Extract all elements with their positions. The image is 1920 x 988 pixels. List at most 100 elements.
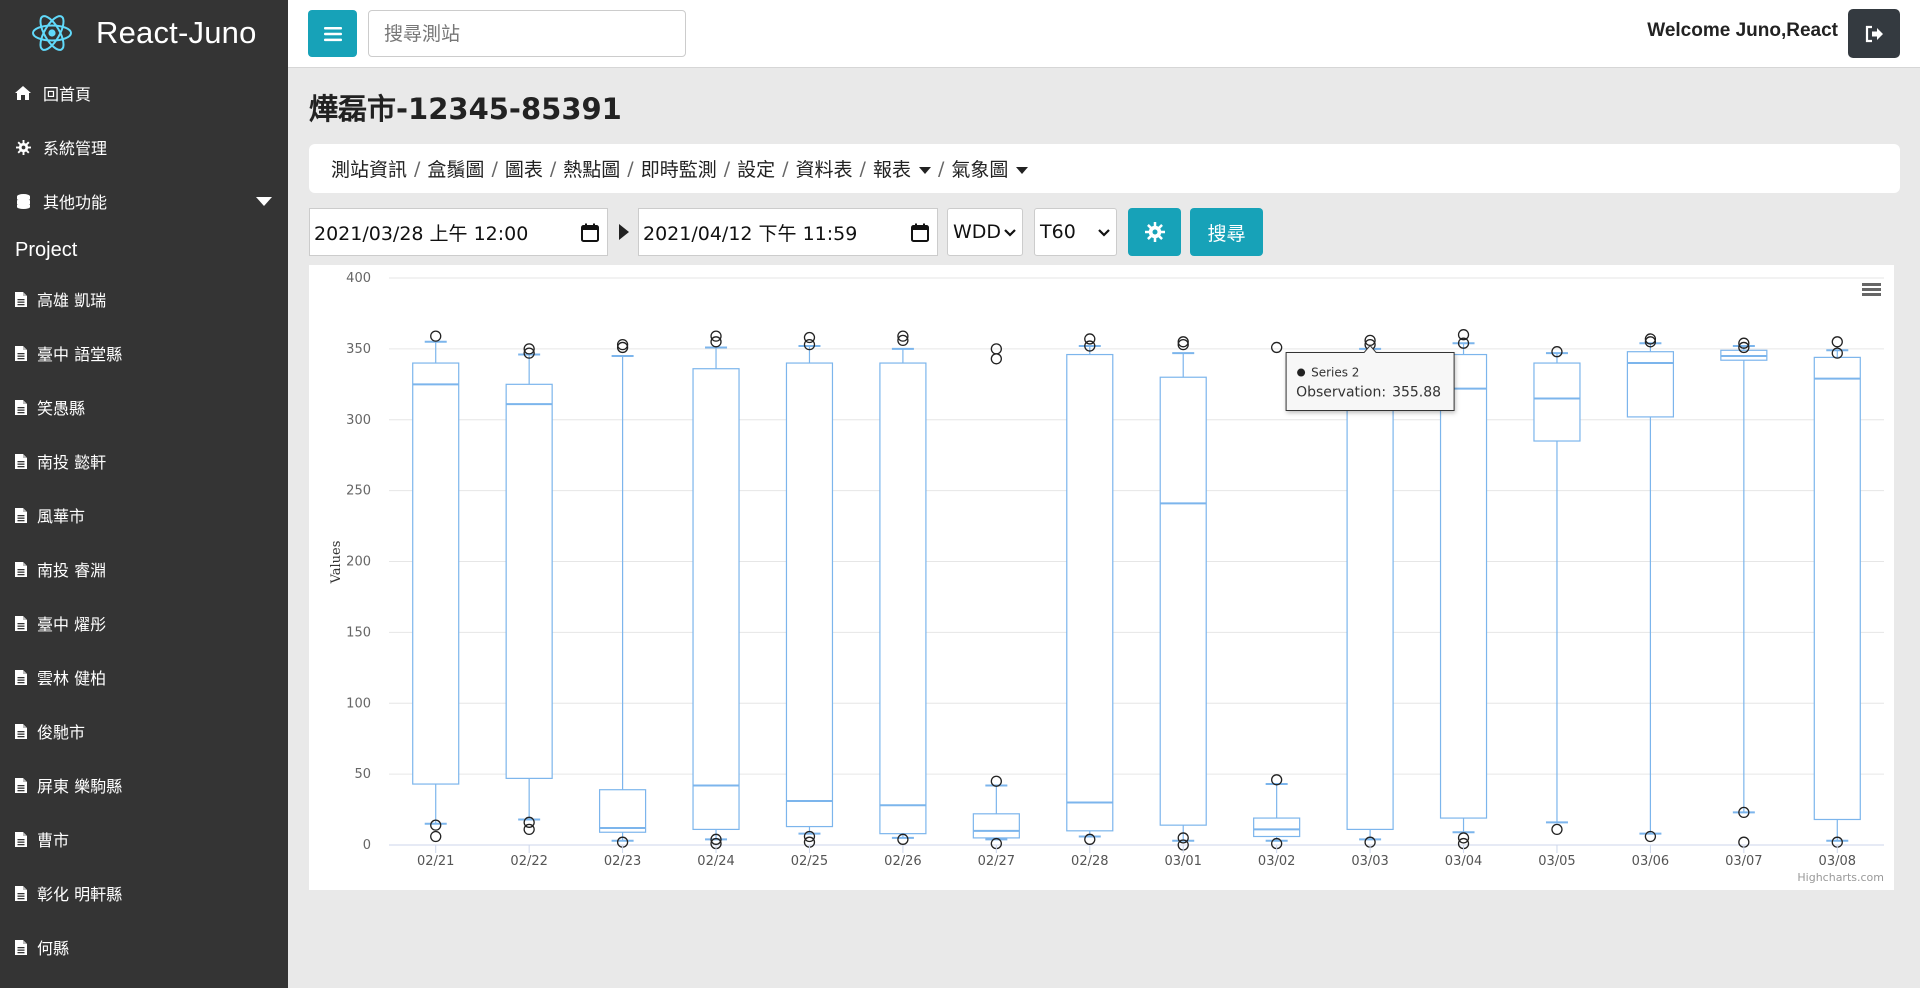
sidebar-project-item[interactable]: 俊馳市 — [0, 704, 288, 758]
sidebar-project-label: 何縣 — [37, 939, 70, 958]
file-icon — [15, 885, 27, 901]
interval-select[interactable]: T60 — [1034, 208, 1117, 256]
sidebar-project-item[interactable]: 臺中 燿彤 — [0, 596, 288, 650]
chart-menu-icon[interactable] — [1862, 283, 1881, 296]
start-datetime-input[interactable]: 2021/03/28 上午 12:00 — [309, 208, 608, 256]
tooltip-observation-value: 355.88 — [1392, 385, 1441, 401]
tab-link-label: 盒鬚圖 — [427, 159, 485, 181]
gear-icon — [15, 139, 31, 155]
nav-home-label: 回首頁 — [43, 85, 92, 104]
sidebar-project-item[interactable]: 嘉義 博超 — [0, 974, 288, 988]
tab-link[interactable]: 氣象圖 — [951, 155, 1029, 182]
box-rect — [1533, 362, 1581, 442]
breadcrumb-separator: / — [937, 157, 945, 180]
x-tick-label: 02/28 — [1071, 854, 1108, 869]
sidebar-project-label: 風華市 — [37, 507, 86, 526]
menu-toggle-button[interactable] — [308, 10, 357, 57]
sidebar-project-label: 雲林 健柏 — [37, 669, 107, 688]
tab-link-label: 氣象圖 — [951, 159, 1009, 181]
file-icon — [15, 831, 27, 847]
sidebar-project-label: 彰化 明軒縣 — [37, 885, 123, 904]
tab-link[interactable]: 報表 — [873, 155, 931, 182]
start-datetime-value: 2021/03/28 上午 12:00 — [314, 222, 529, 245]
tab-link-label: 圖表 — [504, 159, 543, 181]
x-tick-label: 03/07 — [1725, 854, 1762, 869]
boxplot-chart: 0 50 100 150 200 250 300 350 400 Values 02/21 02/22… — [309, 265, 1894, 890]
tab-link[interactable]: 設定 — [737, 155, 775, 182]
sidebar-project-label: 南投 懿軒 — [37, 453, 107, 472]
caret-down-icon — [918, 167, 931, 174]
breadcrumb-separator: / — [414, 157, 421, 180]
sidebar-project-item[interactable]: 笑愚縣 — [0, 380, 288, 434]
sidebar-project-label: 南投 睿淵 — [37, 561, 107, 580]
logout-button[interactable] — [1848, 9, 1900, 58]
tab-link[interactable]: 熱點圖 — [563, 155, 620, 182]
chart-credits: Highcharts.com — [1797, 871, 1884, 884]
tab-link-label: 資料表 — [795, 159, 853, 181]
file-icon — [15, 777, 27, 793]
nav-home[interactable]: 回首頁 — [0, 66, 288, 120]
sidebar-project-item[interactable]: 南投 睿淵 — [0, 542, 288, 596]
box-rect — [1159, 376, 1207, 826]
box-rect — [1626, 351, 1675, 418]
file-icon — [15, 399, 27, 415]
y-tick-label: 150 — [346, 625, 371, 640]
sidebar-project-item[interactable]: 風華市 — [0, 488, 288, 542]
tab-link[interactable]: 圖表 — [505, 155, 543, 182]
tab-link[interactable]: 盒鬚圖 — [427, 155, 484, 182]
database-icon — [15, 193, 31, 209]
calendar-icon[interactable] — [581, 223, 599, 242]
tab-link-label: 測站資訊 — [331, 159, 408, 181]
breadcrumb-separator: / — [723, 157, 731, 180]
y-tick-label: 250 — [346, 484, 371, 499]
settings-button[interactable] — [1128, 208, 1181, 256]
x-tick-label: 03/04 — [1445, 854, 1482, 869]
search-button[interactable]: 搜尋 — [1190, 208, 1263, 256]
tab-link-label: 即時監測 — [640, 159, 717, 181]
box-rect — [1813, 356, 1861, 821]
tab-link[interactable]: 即時監測 — [641, 155, 717, 182]
y-axis-title: Values — [329, 541, 344, 585]
station-search-input[interactable] — [368, 10, 686, 57]
welcome-text: Welcome Juno,React — [1647, 20, 1838, 41]
tab-link[interactable]: 資料表 — [796, 155, 853, 182]
sidebar-project-item[interactable]: 何縣 — [0, 920, 288, 974]
breadcrumb-separator: / — [491, 157, 498, 180]
brand[interactable]: React-Juno — [0, 0, 288, 66]
sidebar-project-item[interactable]: 彰化 明軒縣 — [0, 866, 288, 920]
chevron-down-icon — [1004, 229, 1016, 237]
x-tick-label: 03/02 — [1258, 854, 1295, 869]
sidebar-project-item[interactable]: 雲林 健柏 — [0, 650, 288, 704]
sidebar-project-label: 臺中 燿彤 — [37, 615, 107, 634]
project-list: 高雄 凱瑞臺中 語堂縣 笑愚縣南投 懿軒風華市南投 睿淵臺中 燿彤雲林 健柏俊馳市… — [0, 272, 288, 988]
outlier-point — [990, 353, 1002, 365]
tooltip-observation: Observation: 355.88 — [1296, 385, 1441, 401]
sidebar: React-Juno 回首頁 系統管理 其他功能 Project 高雄 凱瑞 臺中… — [0, 0, 288, 988]
sidebar-project-item[interactable]: 曹市 — [0, 812, 288, 866]
sidebar-project-label: 曹市 — [37, 831, 70, 850]
x-tick-label: 03/01 — [1164, 854, 1201, 869]
nav-other-functions[interactable]: 其他功能 — [0, 174, 288, 228]
sidebar-project-item[interactable]: 屏東 樂駒縣 — [0, 758, 288, 812]
x-tick-label: 03/08 — [1819, 854, 1856, 869]
sidebar-project-item[interactable]: 臺中 語堂縣 — [0, 326, 288, 380]
caret-down-icon — [1016, 167, 1029, 174]
sidebar-project-item[interactable]: 高雄 凱瑞 — [0, 272, 288, 326]
x-tick-label: 03/03 — [1351, 854, 1388, 869]
variable-select-value: WDD — [953, 221, 1002, 243]
react-logo-icon — [32, 15, 72, 51]
nav-system-admin[interactable]: 系統管理 — [0, 120, 288, 174]
box-rect — [598, 789, 647, 833]
range-arrow-icon — [619, 224, 629, 240]
end-datetime-input[interactable]: 2021/04/12 下午 11:59 — [638, 208, 938, 256]
tab-link[interactable]: 測站資訊 — [331, 155, 407, 182]
y-tick-label: 300 — [346, 413, 371, 428]
y-tick-label: 350 — [346, 342, 371, 357]
variable-select[interactable]: WDD — [947, 208, 1023, 256]
y-tick-label: 0 — [363, 838, 371, 853]
sidebar-project-item[interactable]: 南投 懿軒 — [0, 434, 288, 488]
x-tick-label: 02/24 — [697, 854, 734, 869]
calendar-icon[interactable] — [911, 223, 929, 242]
sidebar-project-label: 高雄 凱瑞 — [37, 291, 107, 310]
station-tabs-bar: 測站資訊 / 盒鬚圖 / 圖表 / 熱點圖 / 即時監測 / 設定 / 資料表 / 報表 / 氣象圖 — [309, 144, 1900, 193]
